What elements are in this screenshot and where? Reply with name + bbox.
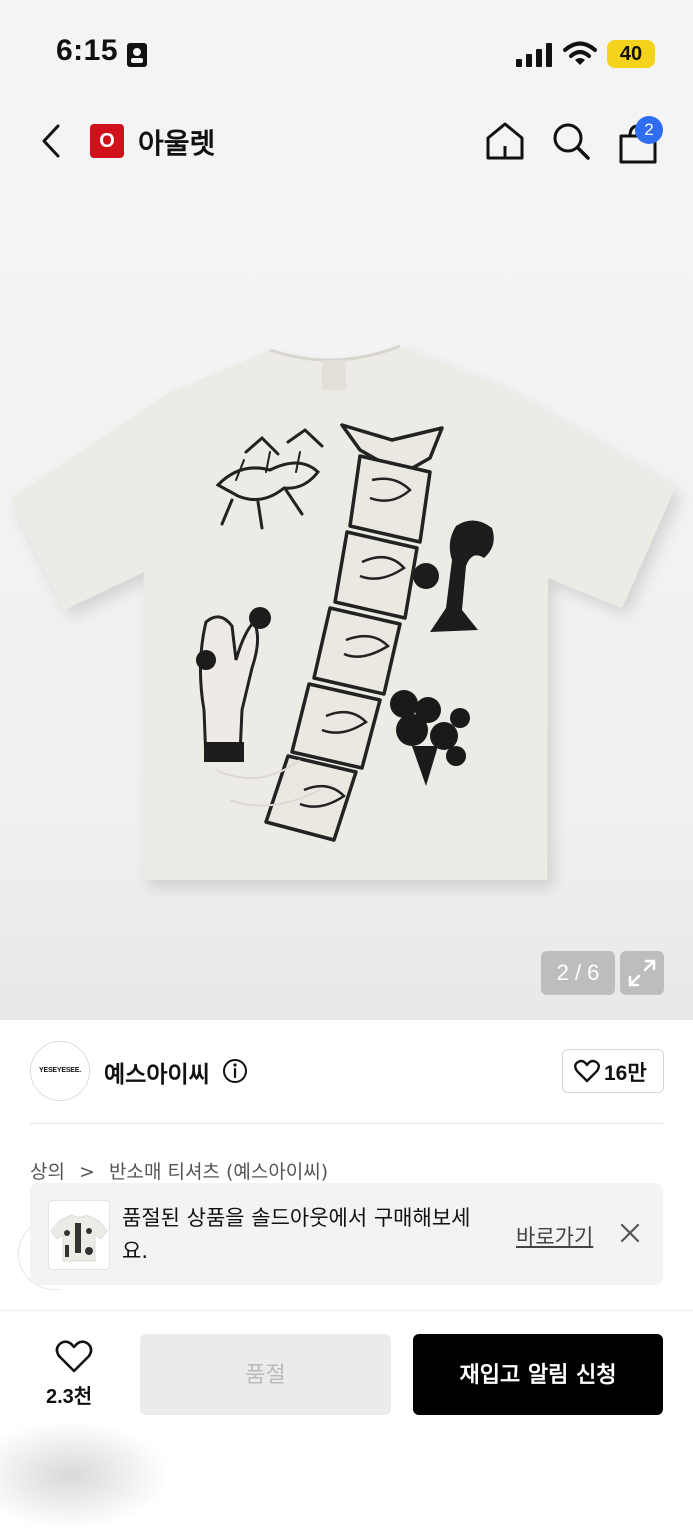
bottom-bar-divider bbox=[0, 1310, 693, 1311]
restock-alert-button[interactable]: 재입고 알림 신청 bbox=[413, 1334, 663, 1415]
blurred-overlay bbox=[0, 1420, 170, 1530]
toast-go-link[interactable]: 바로가기 bbox=[516, 1221, 593, 1251]
breadcrumb-category[interactable]: 상의 bbox=[30, 1161, 65, 1183]
image-counter: 2 / 6 bbox=[541, 951, 615, 995]
toast-product-thumbnail bbox=[48, 1200, 110, 1270]
signal-icon bbox=[516, 43, 552, 67]
wifi-icon bbox=[563, 41, 597, 65]
tshirt-thumbnail-image bbox=[50, 1214, 108, 1262]
product-tshirt-image bbox=[10, 344, 675, 880]
wishlist-count: 2.3천 bbox=[46, 1386, 93, 1408]
toast-message: 품절된 상품을 솔드아웃에서 구매해보세 요. bbox=[122, 1202, 502, 1268]
soldout-button: 품절 bbox=[140, 1334, 391, 1415]
brand-logo[interactable]: YESEYESEE. bbox=[30, 1041, 90, 1101]
brand-name[interactable]: 예스아이씨 bbox=[104, 1055, 210, 1089]
toast-message-line1: 품절된 상품을 솔드아웃에서 구매해보세 bbox=[122, 1206, 471, 1230]
section-divider bbox=[30, 1123, 663, 1124]
cart-count-badge: 2 bbox=[635, 116, 663, 144]
brand-like-count: 16만 bbox=[604, 1062, 647, 1085]
toast-message-line2: 요. bbox=[122, 1239, 148, 1263]
search-icon[interactable] bbox=[550, 120, 592, 162]
breadcrumb: 상의 > 반소매 티셔츠 (예스아이씨) bbox=[30, 1157, 328, 1184]
breadcrumb-separator: > bbox=[79, 1161, 95, 1183]
outlet-logo[interactable]: O bbox=[90, 124, 124, 158]
expand-image-button[interactable] bbox=[620, 951, 664, 995]
heart-outline-icon bbox=[574, 1059, 600, 1083]
battery-indicator: 40 bbox=[607, 40, 655, 68]
wishlist-heart-icon[interactable] bbox=[54, 1340, 94, 1374]
close-icon[interactable] bbox=[619, 1222, 641, 1244]
product-image-gallery[interactable] bbox=[0, 190, 693, 1020]
breadcrumb-subcategory[interactable]: 반소매 티셔츠 (예스아이씨) bbox=[109, 1161, 328, 1183]
id-card-icon bbox=[127, 43, 147, 67]
back-arrow-icon[interactable] bbox=[38, 122, 66, 160]
app-title[interactable]: 아울렛 bbox=[138, 122, 215, 162]
home-icon[interactable] bbox=[484, 120, 526, 162]
status-time: 6:15 bbox=[56, 34, 119, 67]
expand-icon bbox=[628, 959, 656, 987]
info-icon[interactable] bbox=[222, 1058, 248, 1084]
